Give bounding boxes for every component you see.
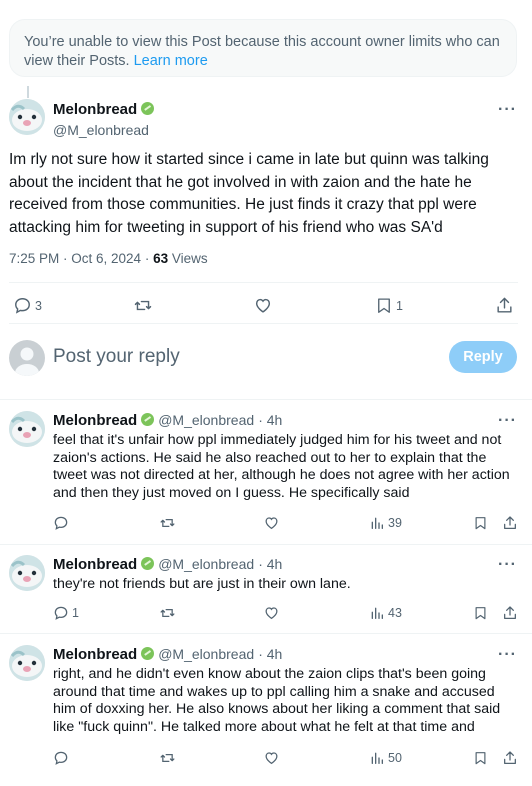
reply-text: feel that it's unfair how ppl immediatel… [53, 432, 510, 501]
author-name[interactable]: Melonbread [53, 556, 137, 573]
reply-button[interactable] [53, 750, 72, 766]
views-icon [371, 517, 383, 529]
author-handle[interactable]: @M_elonbread [158, 412, 254, 428]
reply-time[interactable]: · 4h [258, 412, 282, 428]
like-icon [265, 752, 278, 765]
reply-count: 1 [72, 606, 79, 620]
views-icon [371, 607, 383, 619]
repost-icon [134, 300, 152, 311]
share-icon [504, 751, 516, 764]
learn-more-link[interactable]: Learn more [134, 53, 208, 69]
divider [9, 282, 518, 283]
repost-icon [160, 754, 175, 762]
leaf-badge-icon [141, 557, 155, 570]
like-icon [265, 517, 278, 530]
share-icon [504, 516, 516, 529]
author-avatar[interactable] [9, 555, 45, 591]
leaf-badge-icon [141, 647, 155, 660]
main-post-header: Melonbread @M_elonbread [53, 101, 155, 138]
repost-button[interactable] [133, 296, 153, 315]
views-button[interactable]: 50 [369, 750, 402, 766]
divider [9, 323, 518, 324]
views-count: 43 [388, 606, 402, 620]
bookmark-icon [475, 517, 486, 530]
bookmark-button[interactable]: 1 [375, 296, 403, 315]
reply-text: they're not friends but are just in thei… [53, 576, 351, 592]
reply-submit-button[interactable]: Reply [449, 341, 517, 373]
like-button[interactable] [253, 296, 273, 315]
more-icon[interactable]: ··· [498, 412, 517, 430]
views-label: Views [168, 251, 208, 266]
reply-header: Melonbread @M_elonbread · 4h [53, 412, 282, 429]
reply-button[interactable] [53, 515, 72, 531]
author-avatar[interactable] [9, 645, 45, 681]
reply-icon [54, 751, 68, 765]
like-icon [255, 298, 271, 313]
share-icon [504, 606, 516, 619]
reply-text: right, and he didn't even know about the… [53, 666, 501, 735]
repost-button[interactable] [159, 605, 176, 621]
bookmark-button[interactable] [473, 750, 488, 766]
share-button[interactable] [502, 605, 518, 621]
views-button[interactable]: 39 [369, 515, 402, 531]
leaf-badge-icon [141, 102, 155, 115]
reply-post[interactable]: Melonbread @M_elonbread · 4h ··· feel th… [0, 400, 532, 544]
current-user-avatar[interactable] [9, 340, 45, 376]
reply-header: Melonbread @M_elonbread · 4h [53, 646, 282, 663]
author-avatar[interactable] [9, 411, 45, 447]
views-count: 63 [153, 251, 169, 266]
bookmark-button[interactable] [473, 515, 488, 531]
more-icon[interactable]: ··· [498, 556, 517, 574]
reply-input[interactable]: Post your reply [53, 346, 180, 368]
like-button[interactable] [263, 515, 280, 531]
reply-icon [54, 606, 68, 620]
bookmark-icon [475, 752, 486, 765]
reply-header: Melonbread @M_elonbread · 4h [53, 556, 282, 573]
reply-button[interactable]: 3 [13, 296, 42, 315]
bookmark-button[interactable] [473, 605, 488, 621]
reply-time[interactable]: · 4h [258, 556, 282, 572]
share-button[interactable] [502, 515, 518, 531]
views-button[interactable]: 43 [369, 605, 402, 621]
like-button[interactable] [263, 605, 280, 621]
author-name[interactable]: Melonbread [53, 646, 137, 663]
author-name[interactable]: Melonbread [53, 412, 137, 429]
repost-button[interactable] [159, 515, 176, 531]
share-button[interactable] [495, 296, 514, 315]
author-handle[interactable]: @M_elonbread [158, 646, 254, 662]
leaf-badge-icon [141, 413, 155, 426]
share-button[interactable] [502, 750, 518, 766]
main-post-text: Im rly not sure how it started since i c… [9, 151, 489, 236]
bookmark-icon [475, 607, 486, 620]
author-handle[interactable]: @M_elonbread [158, 556, 254, 572]
views-icon [371, 752, 383, 764]
more-icon[interactable]: ··· [498, 646, 517, 664]
share-icon [497, 297, 512, 313]
notice-text: You’re unable to view this Post because … [24, 34, 500, 69]
repost-icon [160, 609, 175, 617]
restricted-post-notice: You’re unable to view this Post because … [9, 19, 517, 77]
thread-connector-line [27, 86, 29, 98]
repost-icon [160, 519, 175, 527]
author-name[interactable]: Melonbread [53, 101, 137, 118]
like-button[interactable] [263, 750, 280, 766]
author-avatar[interactable] [9, 99, 45, 135]
more-icon[interactable]: ··· [498, 101, 517, 119]
reply-post[interactable]: Melonbread @M_elonbread · 4h ··· right, … [0, 634, 532, 786]
author-handle[interactable]: @M_elonbread [53, 122, 154, 138]
views-count: 39 [388, 516, 402, 530]
post-meta: 7:25 PM · Oct 6, 2024 · 63 Views [9, 251, 208, 266]
bookmark-count: 1 [396, 298, 403, 313]
reply-icon [15, 298, 30, 314]
reply-count: 3 [35, 298, 42, 313]
post-timestamp[interactable]: 7:25 PM · Oct 6, 2024 · [9, 251, 153, 266]
repost-button[interactable] [159, 750, 176, 766]
reply-icon [54, 516, 68, 530]
like-icon [265, 607, 278, 620]
views-count: 50 [388, 751, 402, 765]
reply-time[interactable]: · 4h [258, 646, 282, 662]
reply-post[interactable]: Melonbread @M_elonbread · 4h ··· they're… [0, 545, 532, 633]
reply-button[interactable]: 1 [53, 605, 79, 621]
bookmark-icon [378, 298, 390, 313]
